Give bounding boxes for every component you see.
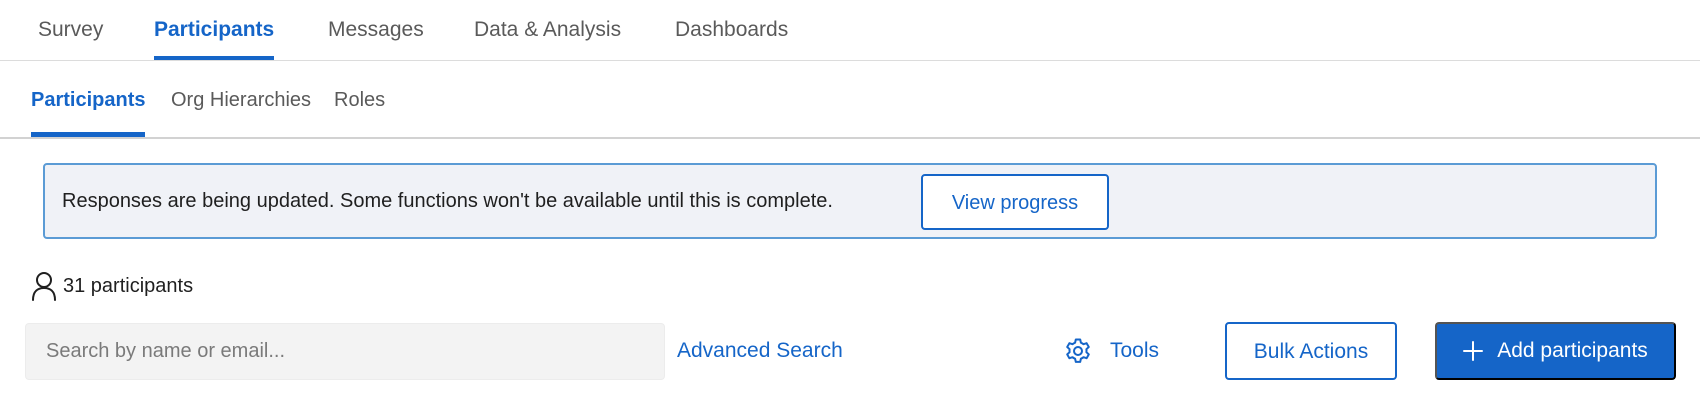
add-participants-label: Add participants	[1497, 339, 1648, 362]
update-status-banner: Responses are being updated. Some functi…	[43, 163, 1657, 239]
subtab-roles[interactable]: Roles	[334, 87, 385, 137]
advanced-search-link[interactable]: Advanced Search	[677, 337, 843, 365]
add-participants-button[interactable]: Add participants	[1435, 322, 1676, 380]
tools-label: Tools	[1110, 339, 1160, 362]
tab-survey[interactable]: Survey	[38, 16, 103, 60]
tab-messages[interactable]: Messages	[328, 16, 424, 60]
bulk-actions-button[interactable]: Bulk Actions	[1225, 322, 1397, 380]
view-progress-button[interactable]: View progress	[921, 174, 1109, 230]
sub-nav-tabs: Participants Org Hierarchies Roles	[0, 60, 1700, 139]
subtab-org-hierarchies[interactable]: Org Hierarchies	[171, 87, 311, 137]
top-nav-tabs: Survey Participants Messages Data & Anal…	[0, 0, 1700, 61]
banner-message: Responses are being updated. Some functi…	[62, 190, 833, 212]
search-input[interactable]	[25, 323, 665, 380]
gear-icon	[1066, 338, 1090, 363]
subtab-participants[interactable]: Participants	[31, 87, 146, 137]
plus-icon	[1463, 341, 1484, 361]
tab-participants[interactable]: Participants	[154, 16, 275, 60]
tab-dashboards[interactable]: Dashboards	[675, 16, 788, 60]
participant-count-label: 31 participants	[63, 274, 194, 297]
tab-data-analysis[interactable]: Data & Analysis	[474, 16, 621, 60]
tools-button[interactable]: Tools	[1064, 335, 1159, 367]
participant-count: 31 participants	[31, 270, 193, 302]
person-icon	[32, 272, 56, 301]
